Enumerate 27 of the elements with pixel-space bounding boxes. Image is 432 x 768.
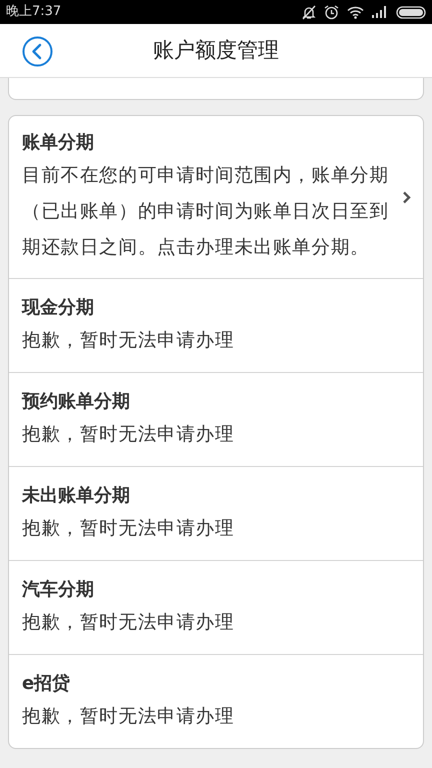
chevron-right-icon [402, 190, 411, 204]
item-description: 目前不在您的可申请时间范围内，账单分期（已出账单）的申请时间为账单日次日至到期还款日之间。点击办理未出账单分期。 [22, 164, 390, 260]
item-description: 抱歉，暂时无法申请办理 [22, 329, 236, 353]
item-description: 抱歉，暂时无法申请办理 [22, 611, 236, 635]
list-item[interactable]: 未出账单分期 抱歉，暂时无法申请办理 [9, 466, 423, 560]
item-description: 抱歉，暂时无法申请办理 [22, 705, 236, 729]
item-title: 汽车分期 [22, 578, 95, 602]
item-description: 抱歉，暂时无法申请办理 [22, 517, 236, 541]
status-time: 晚上7:37 [6, 3, 62, 22]
item-description: 抱歉，暂时无法申请办理 [22, 423, 236, 447]
signal-icon [372, 6, 388, 18]
back-button[interactable] [22, 36, 53, 67]
list-item[interactable]: 现金分期 抱歉，暂时无法申请办理 [9, 278, 423, 372]
list-item[interactable]: e招贷 抱歉，暂时无法申请办理 [9, 654, 423, 748]
wifi-icon [347, 6, 364, 18]
list-item[interactable]: 汽车分期 抱歉，暂时无法申请办理 [9, 560, 423, 654]
list-item[interactable]: 账单分期 目前不在您的可申请时间范围内，账单分期（已出账单）的申请时间为账单日次日至到期还款日之间。点击办理未出账单分期。 [9, 116, 423, 278]
page-title: 账户额度管理 [153, 36, 279, 64]
item-title: 账单分期 [22, 131, 95, 155]
item-title: 预约账单分期 [22, 390, 131, 414]
bell-muted-icon [302, 4, 316, 20]
item-title: 未出账单分期 [22, 484, 131, 508]
alarm-icon [324, 4, 339, 20]
list-item[interactable]: 预约账单分期 抱歉，暂时无法申请办理 [9, 372, 423, 466]
item-title: 现金分期 [22, 296, 95, 320]
item-title: e招贷 [22, 672, 72, 696]
battery-icon [396, 6, 426, 18]
